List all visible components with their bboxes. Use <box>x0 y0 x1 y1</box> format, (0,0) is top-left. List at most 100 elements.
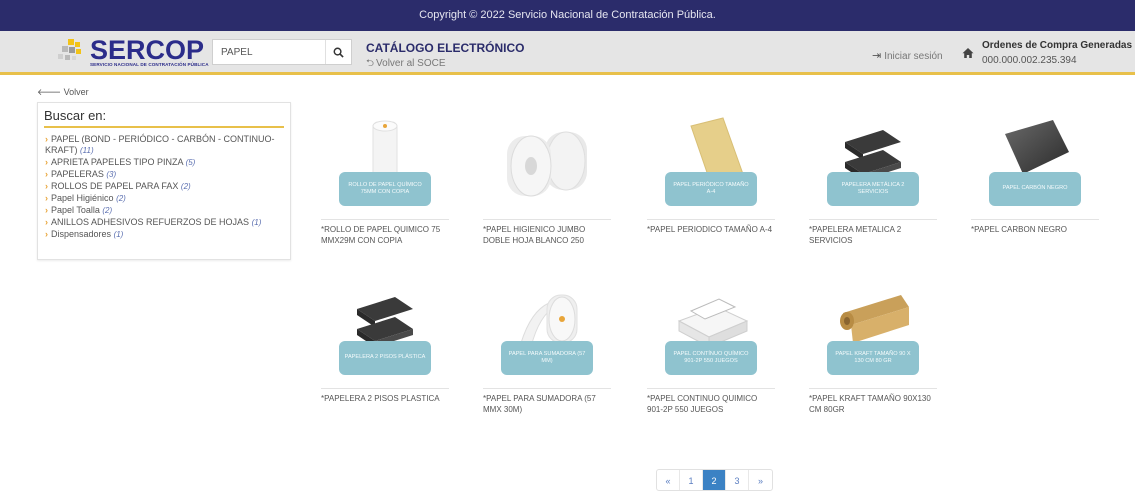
sidebar-item-count: (3) <box>106 169 117 179</box>
divider <box>647 388 775 389</box>
login-label: Iniciar sesión <box>884 51 943 62</box>
product-ribbon: ROLLO DE PAPEL QUÍMICO 75MM CON COPIA <box>339 172 431 206</box>
sidebar-item-label: Papel Toalla <box>51 204 100 215</box>
chevron-right-icon: › <box>45 180 48 191</box>
product-thumbnail[interactable]: PAPEL CONTÍNUO QUÍMICO 901-2P 550 JUEGOS <box>661 281 761 386</box>
product-card[interactable]: PAPEL KRAFT TAMAÑO 90 X 130 CM 80 GR *PA… <box>809 281 937 421</box>
product-card[interactable]: PAPEL PARA SUMADORA (57 MM) *PAPEL PARA … <box>483 281 611 421</box>
home-icon[interactable] <box>962 47 974 59</box>
pagination-next[interactable]: » <box>749 470 772 490</box>
sidebar-item-count: (1) <box>113 230 124 240</box>
product-ribbon: PAPEL KRAFT TAMAÑO 90 X 130 CM 80 GR <box>827 341 919 375</box>
product-name[interactable]: *ROLLO DE PAPEL QUIMICO 75 MMX29M CON CO… <box>321 225 449 246</box>
product-ribbon: PAPEL PERIÓDICO TAMAÑO A-4 <box>665 172 757 206</box>
sidebar-title: Buscar en: <box>44 108 284 128</box>
sidebar-item-count: (11) <box>80 145 94 155</box>
sidebar-item-label: PAPELERAS <box>51 168 104 179</box>
chevron-right-icon: › <box>45 156 48 167</box>
product-ribbon: PAPEL CONTÍNUO QUÍMICO 901-2P 550 JUEGOS <box>665 341 757 375</box>
copyright-bar: Copyright © 2022 Servicio Nacional de Co… <box>0 0 1135 31</box>
orders-value: 000.000.002.235.394 <box>982 55 1077 66</box>
chevron-right-icon: › <box>45 204 48 215</box>
sidebar-item-papeleras[interactable]: › PAPELERAS (3) <box>45 169 284 181</box>
search-box <box>212 39 352 65</box>
divider <box>321 219 449 220</box>
toilet-paper-image <box>507 131 587 197</box>
product-name[interactable]: *PAPEL CONTINUO QUIMICO 901-2P 550 JUEGO… <box>647 394 775 415</box>
product-thumbnail[interactable]: PAPEL PARA SUMADORA (57 MM) <box>497 281 597 386</box>
logo-subtitle: SERVICIO NACIONAL DE CONTRATACIÓN PÚBLIC… <box>90 62 209 67</box>
login-link[interactable]: ⇥ Iniciar sesión <box>872 49 943 62</box>
volver-link[interactable]: 🡐 Volver <box>37 87 89 98</box>
chevron-right-icon: › <box>45 192 48 203</box>
sidebar-item-label: Papel Higiénico <box>51 192 114 203</box>
product-card[interactable]: *PAPEL HIGIENICO JUMBO DOBLE HOJA BLANCO… <box>483 112 611 252</box>
product-card[interactable]: PAPELERA 2 PISOS PLÁSTICA *PAPELERA 2 PI… <box>321 281 449 421</box>
product-name[interactable]: *PAPEL HIGIENICO JUMBO DOBLE HOJA BLANCO… <box>483 225 611 246</box>
pagination: « 1 2 3 » <box>656 469 773 491</box>
header: SERCOP SERVICIO NACIONAL DE CONTRATACIÓN… <box>0 31 1135 75</box>
product-thumbnail[interactable]: PAPEL KRAFT TAMAÑO 90 X 130 CM 80 GR <box>823 281 923 386</box>
product-card[interactable]: PAPEL CONTÍNUO QUÍMICO 901-2P 550 JUEGOS… <box>647 281 775 421</box>
search-input[interactable] <box>213 40 325 64</box>
product-name[interactable]: *PAPEL PARA SUMADORA (57 MMX 30M) <box>483 394 611 415</box>
sidebar-item-dispensadores[interactable]: › Dispensadores (1) <box>45 229 284 241</box>
sidebar-item-rollos-fax[interactable]: › ROLLOS DE PAPEL PARA FAX (2) <box>45 181 284 193</box>
product-thumbnail[interactable]: PAPELERA METÁLICA 2 SERVICIOS <box>823 112 923 217</box>
sidebar-item-papel[interactable]: › PAPEL (BOND - PERIÓDICO - CARBÓN - CONT… <box>45 134 284 156</box>
sidebar-item-label: APRIETA PAPELES TIPO PINZA <box>51 156 184 167</box>
divider <box>809 219 937 220</box>
sidebar-item-count: (5) <box>185 157 196 167</box>
product-card[interactable]: PAPEL CARBÓN NEGRO *PAPEL CARBON NEGRO <box>971 112 1099 252</box>
product-ribbon: PAPELERA 2 PISOS PLÁSTICA <box>339 341 431 375</box>
product-thumbnail[interactable]: PAPEL PERIÓDICO TAMAÑO A-4 <box>661 112 761 217</box>
search-button[interactable] <box>325 40 351 64</box>
sidebar-item-count: (2) <box>116 193 126 203</box>
sidebar-item-aprieta-papeles[interactable]: › APRIETA PAPELES TIPO PINZA (5) <box>45 157 284 169</box>
product-ribbon: PAPEL PARA SUMADORA (57 MM) <box>501 341 593 375</box>
product-card[interactable]: PAPEL PERIÓDICO TAMAÑO A-4 *PAPEL PERIOD… <box>647 112 775 252</box>
search-icon <box>333 47 344 58</box>
product-card[interactable]: ROLLO DE PAPEL QUÍMICO 75MM CON COPIA *R… <box>321 112 449 252</box>
product-name[interactable]: *PAPEL PERIODICO TAMAÑO A-4 <box>647 225 775 236</box>
product-ribbon: PAPEL CARBÓN NEGRO <box>989 172 1081 206</box>
sidebar-item-label: Dispensadores <box>51 229 112 240</box>
product-thumbnail[interactable] <box>497 112 597 217</box>
copyright-text: Copyright © 2022 Servicio Nacional de Co… <box>419 9 716 21</box>
product-thumbnail[interactable]: PAPELERA 2 PISOS PLÁSTICA <box>335 281 435 386</box>
product-name[interactable]: *PAPELERA METALICA 2 SERVICIOS <box>809 225 937 246</box>
divider <box>483 388 611 389</box>
chevron-right-icon: › <box>45 134 48 144</box>
divider <box>647 219 775 220</box>
divider <box>971 219 1099 220</box>
sidebar-item-label: ROLLOS DE PAPEL PARA FAX <box>51 180 179 191</box>
sidebar-item-papel-toalla[interactable]: › Papel Toalla (2) <box>45 205 284 217</box>
sidebar-item-label: ANILLOS ADHESIVOS REFUERZOS DE HOJAS <box>51 217 250 228</box>
pagination-page-3[interactable]: 3 <box>726 470 749 490</box>
sidebar-item-count: (2) <box>180 181 191 191</box>
logo-mark-icon <box>58 39 81 60</box>
pagination-page-1[interactable]: 1 <box>680 470 703 490</box>
pagination-prev[interactable]: « <box>657 470 680 490</box>
product-thumbnail[interactable]: PAPEL CARBÓN NEGRO <box>985 112 1085 217</box>
divider <box>483 219 611 220</box>
orders-title: Ordenes de Compra Generadas <box>982 40 1133 51</box>
chevron-right-icon: › <box>45 217 48 228</box>
product-name[interactable]: *PAPEL KRAFT TAMAÑO 90X130 CM 80GR <box>809 394 937 415</box>
sidebar-item-anillos-adhesivos[interactable]: › ANILLOS ADHESIVOS REFUERZOS DE HOJAS (1… <box>45 217 284 229</box>
back-to-soce-label: Volver al SOCE <box>376 58 446 69</box>
pagination-page-2[interactable]: 2 <box>703 470 726 490</box>
product-ribbon: PAPELERA METÁLICA 2 SERVICIOS <box>827 172 919 206</box>
sidebar-item-papel-higienico[interactable]: › Papel Higiénico (2) <box>45 193 284 205</box>
product-thumbnail[interactable]: ROLLO DE PAPEL QUÍMICO 75MM CON COPIA <box>335 112 435 217</box>
back-to-soce-link[interactable]: ⮌ Volver al SOCE <box>366 56 446 73</box>
product-name[interactable]: *PAPEL CARBON NEGRO <box>971 225 1099 236</box>
sercop-logo[interactable]: SERCOP SERVICIO NACIONAL DE CONTRATACIÓN… <box>58 35 209 70</box>
volver-label: Volver <box>63 87 89 97</box>
product-card[interactable]: PAPELERA METÁLICA 2 SERVICIOS *PAPELERA … <box>809 112 937 252</box>
sign-in-icon: ⇥ <box>872 50 882 62</box>
product-name[interactable]: *PAPELERA 2 PISOS PLASTICA <box>321 394 449 405</box>
back-arrow-icon: ⮌ <box>366 58 375 69</box>
sidebar-item-count: (1) <box>251 218 262 228</box>
sidebar-item-count: (2) <box>102 205 113 215</box>
